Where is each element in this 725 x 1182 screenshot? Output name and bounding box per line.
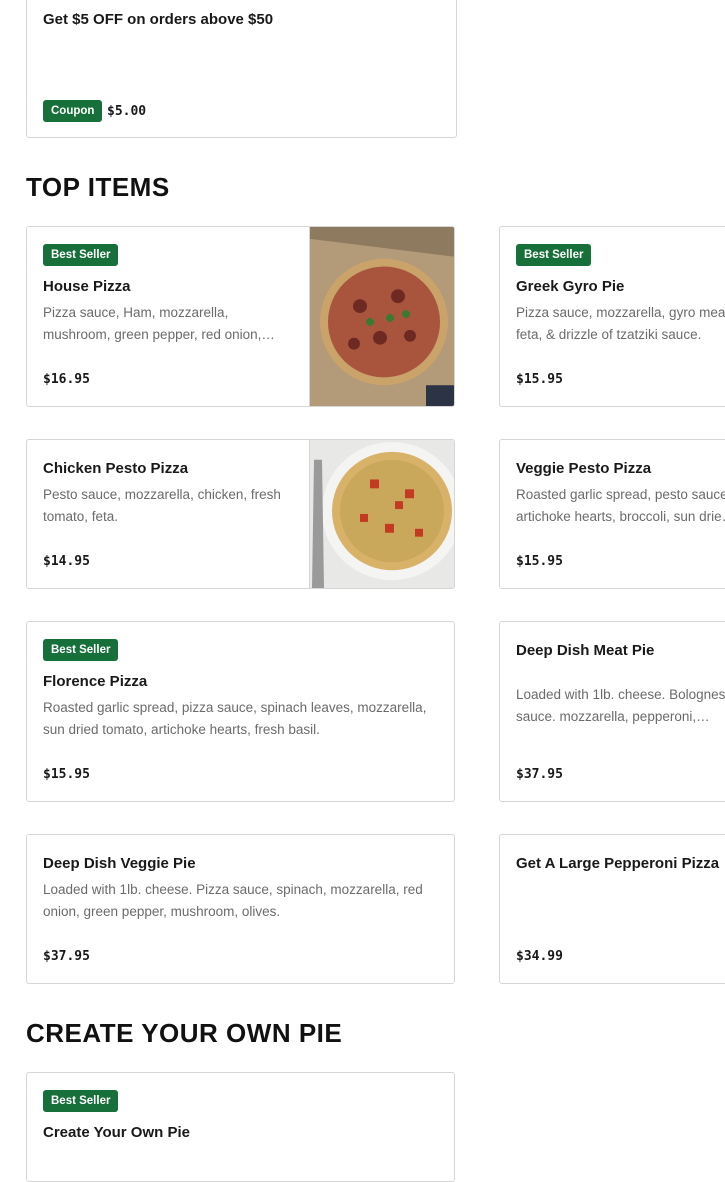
item-name: Chicken Pesto Pizza [43,460,189,477]
item-price: $37.95 [516,767,563,782]
section-title-create-your-own: CREATE YOUR OWN PIE [26,1018,343,1048]
item-price: $14.95 [43,554,90,569]
coupon-amount: $5.00 [107,104,147,119]
item-price: $15.95 [516,372,563,387]
section-title-top-items: TOP ITEMS [26,172,170,202]
item-description: Roasted garlic spread, pizza sauce, spin… [43,700,427,737]
item-description: Pesto sauce, mozzarella, chicken, fresh … [43,487,281,524]
menu-item-greek-gyro-pie[interactable]: Best Seller Greek Gyro Pie Pizza sauce, … [499,226,725,407]
menu-item-deep-dish-veggie-pie[interactable]: Deep Dish Veggie Pie Loaded with 1lb. ch… [26,834,455,984]
item-name: Deep Dish Meat Pie [516,642,655,659]
menu-item-large-pepperoni-pizza[interactable]: Get A Large Pepperoni Pizza $34.99 [499,834,725,984]
item-price: $15.95 [516,554,563,569]
item-name: Deep Dish Veggie Pie [43,855,196,872]
item-description: Loaded with 1lb. cheese. Bolognese sauce… [516,687,725,724]
item-description: Roasted garlic spread, pesto sauce, arti… [516,487,725,524]
coupon-card[interactable]: Get $5 OFF on orders above $50 Coupon $5… [26,0,457,138]
item-name: Florence Pizza [43,673,148,690]
menu-item-house-pizza[interactable]: Best Seller House Pizza Pizza sauce, Ham… [26,226,455,407]
item-price: $34.99 [516,949,563,964]
item-description: Pizza sauce, mozzarella, gyro meat, feta… [516,305,725,342]
best-seller-badge: Best Seller [516,244,592,266]
chicken-pesto-pizza-photo [309,440,454,588]
item-description: Loaded with 1lb. cheese. Pizza sauce, sp… [43,882,423,919]
best-seller-badge: Best Seller [43,244,119,266]
item-name: Get A Large Pepperoni Pizza [516,855,720,872]
item-name: Create Your Own Pie [43,1124,190,1141]
item-description: Pizza sauce, Ham, mozzarella, mushroom, … [43,305,262,342]
menu-item-florence-pizza[interactable]: Best Seller Florence Pizza Roasted garli… [26,621,455,802]
item-name: Veggie Pesto Pizza [516,460,652,477]
item-price: $15.95 [43,767,90,782]
coupon-title: Get $5 OFF on orders above $50 [43,11,274,28]
coupon-badge: Coupon [43,100,103,122]
menu-item-veggie-pesto-pizza[interactable]: Veggie Pesto Pizza Roasted garlic spread… [499,439,725,589]
menu-item-deep-dish-meat-pie[interactable]: Deep Dish Meat Pie Loaded with 1lb. chee… [499,621,725,802]
best-seller-badge: Best Seller [43,1090,119,1112]
menu-item-chicken-pesto-pizza[interactable]: Chicken Pesto Pizza Pesto sauce, mozzare… [26,439,455,589]
item-price: $37.95 [43,949,90,964]
house-pizza-photo [309,227,454,406]
item-price: $16.95 [43,372,90,387]
item-name: House Pizza [43,278,131,295]
item-name: Greek Gyro Pie [516,278,625,295]
best-seller-badge: Best Seller [43,639,119,661]
menu-item-create-your-own-pie[interactable]: Best Seller Create Your Own Pie [26,1072,455,1182]
